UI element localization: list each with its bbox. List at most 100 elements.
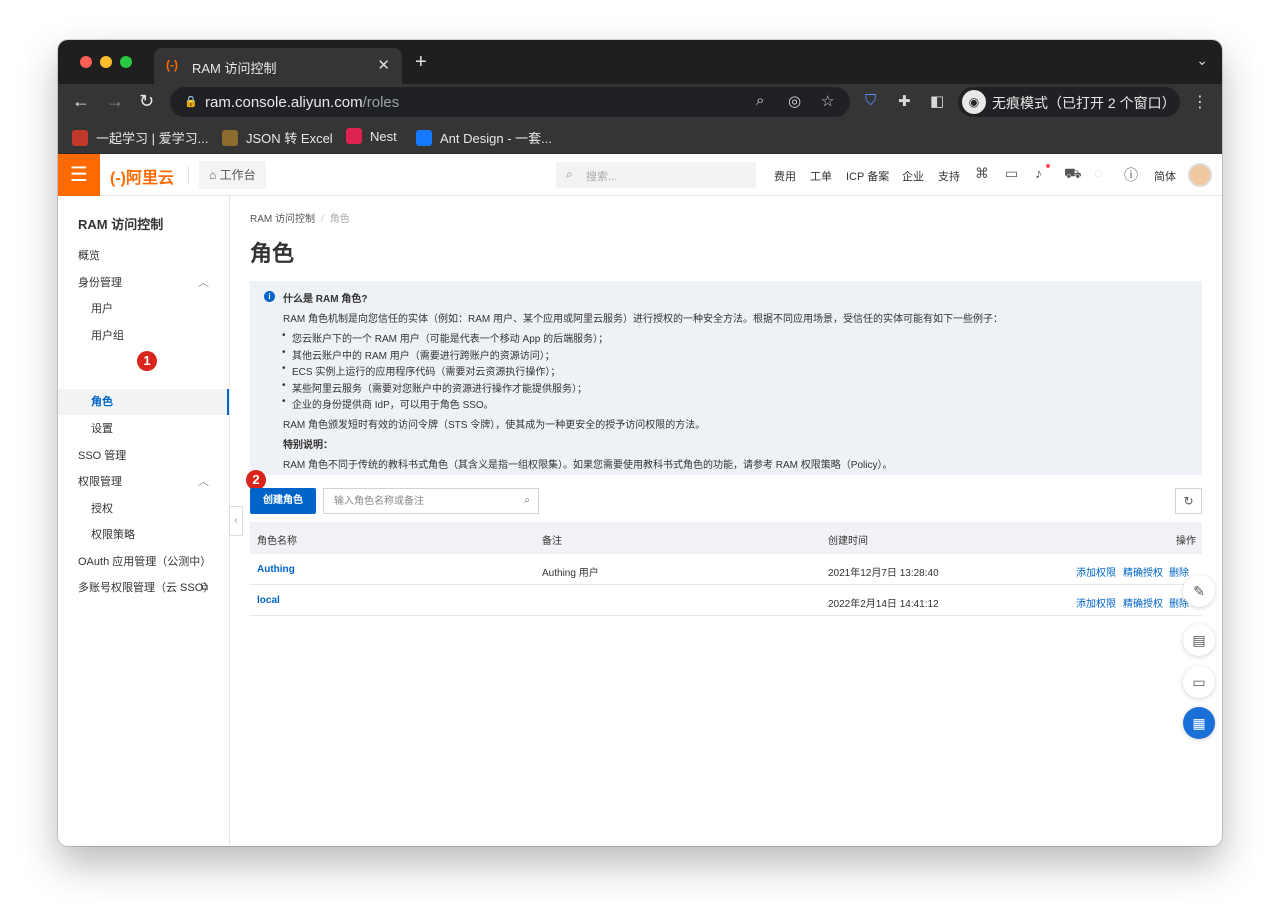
sidebar-item-overview[interactable]: 概览 bbox=[58, 243, 229, 269]
info-bullet: 企业的身份提供商 IdP，可以用于角色 SSO。 bbox=[282, 396, 494, 411]
sidebar-item-permissions[interactable]: 权限管理 ︿ bbox=[58, 469, 229, 495]
sidebar: RAM 访问控制 概览 身份管理 ︿ 用户 用户组 角色 设置 SSO 管理 权限… bbox=[58, 196, 230, 846]
aliyun-logo[interactable]: (-)阿里云 bbox=[110, 164, 174, 188]
tab-bar: (-) RAM 访问控制 ✕ + ⌄ bbox=[58, 40, 1222, 84]
reload-icon[interactable]: ↻ bbox=[139, 91, 154, 112]
browser-tab[interactable]: (-) RAM 访问控制 ✕ bbox=[154, 48, 402, 84]
info-bullet: 其他云账户中的 RAM 用户（需要进行跨账户的资源访问）； bbox=[282, 347, 555, 362]
search-placeholder: 搜索... bbox=[586, 171, 618, 183]
address-bar[interactable]: 🔒 ram.console.aliyun.com/roles ⌕ ◎ ☆ bbox=[170, 87, 850, 117]
browser-window: (-) RAM 访问控制 ✕ + ⌄ ← → ↻ 🔒 ram.console.a… bbox=[58, 40, 1222, 846]
sidebar-item-settings[interactable]: 设置 bbox=[58, 416, 229, 442]
ant-design-favicon-icon bbox=[416, 130, 432, 146]
feedback-chat-icon[interactable]: ▭ bbox=[1183, 666, 1215, 698]
sidebar-item-oauth[interactable]: OAuth 应用管理（公测中） bbox=[58, 549, 229, 575]
help-icon[interactable]: ⓘ bbox=[1124, 165, 1138, 185]
puzzle-extensions-icon[interactable]: ✚ bbox=[898, 92, 911, 110]
notification-dot bbox=[1046, 164, 1050, 168]
column-header: 角色名称 bbox=[257, 536, 297, 547]
workbench-button[interactable]: ⌂ 工作台 bbox=[199, 161, 266, 189]
precise-grant-link[interactable]: 精确授权 bbox=[1123, 595, 1163, 610]
header-link-ticket[interactable]: 工单 bbox=[810, 168, 832, 184]
code-icon[interactable]: ⌘ bbox=[975, 165, 989, 182]
bookmark-star-icon[interactable]: ☆ bbox=[821, 92, 834, 110]
create-role-button[interactable]: 创建角色 bbox=[250, 488, 316, 514]
apps-grid-icon[interactable]: ▦ bbox=[1183, 707, 1215, 739]
edit-pen-icon[interactable]: ✎ bbox=[1183, 575, 1215, 607]
info-icon: i bbox=[264, 291, 275, 302]
close-tab-icon[interactable]: ✕ bbox=[377, 56, 390, 74]
url-text: ram.console.aliyun.com/roles bbox=[205, 94, 400, 111]
breadcrumb-ram[interactable]: RAM 访问控制 bbox=[250, 214, 315, 225]
precise-grant-link[interactable]: 精确授权 bbox=[1123, 564, 1163, 579]
header-link-icp[interactable]: ICP 备案 bbox=[846, 168, 889, 184]
new-tab-icon[interactable]: + bbox=[415, 51, 427, 74]
incognito-indicator[interactable]: ◉ 无痕模式（已打开 2 个窗口） bbox=[958, 87, 1180, 117]
lightbulb-icon[interactable]: ◌ bbox=[1094, 165, 1102, 181]
console-header: ☰ (-)阿里云 ⌂ 工作台 ⌕ 搜索... 费用 工单 ICP 备案 企业 支… bbox=[58, 154, 1222, 196]
sidebar-item-cloud-sso[interactable]: 多账号权限管理（云 SSO） ⧉ bbox=[58, 575, 229, 601]
sidebar-title: RAM 访问控制 bbox=[78, 217, 164, 232]
clipboard-icon[interactable]: ▤ bbox=[1183, 624, 1215, 656]
add-permission-link[interactable]: 添加权限 bbox=[1076, 595, 1116, 610]
sidebar-item-policies[interactable]: 权限策略 bbox=[58, 522, 229, 548]
avatar[interactable] bbox=[1188, 163, 1212, 187]
role-name-link[interactable]: local bbox=[257, 595, 280, 606]
sidebar-item-sso[interactable]: SSO 管理 bbox=[58, 443, 229, 469]
bookmark-item[interactable]: JSON 转 Excel bbox=[222, 128, 333, 147]
forward-arrow-icon[interactable]: → bbox=[106, 91, 124, 112]
table-row: Authing Authing 用户 2021年12月7日 13:28:40 添… bbox=[250, 554, 1202, 585]
table-row: local 2022年2月14日 14:41:12 添加权限 精确授权 删除 bbox=[250, 585, 1202, 616]
refresh-icon: ↻ bbox=[1183, 494, 1194, 508]
sidebar-item-users[interactable]: 用户 bbox=[58, 296, 229, 322]
browser-menu-icon[interactable]: ⋮ bbox=[1192, 92, 1208, 112]
bookmark-favicon-icon bbox=[222, 130, 238, 146]
role-name-link[interactable]: Authing bbox=[257, 564, 295, 575]
zoom-icon[interactable]: ⌕ bbox=[756, 92, 764, 109]
eye-off-icon[interactable]: ◎ bbox=[788, 92, 801, 110]
minimize-window-button[interactable] bbox=[100, 56, 112, 68]
sidebar-item-identity[interactable]: 身份管理 ︿ bbox=[58, 270, 229, 296]
sidebar-item-grants[interactable]: 授权 bbox=[58, 496, 229, 522]
search-icon: ⌕ bbox=[566, 167, 573, 181]
sidebar-item-roles[interactable]: 角色 bbox=[58, 389, 229, 415]
tab-title: RAM 访问控制 bbox=[192, 61, 277, 76]
search-icon[interactable]: ⌕ bbox=[524, 495, 530, 506]
sidebar-item-groups[interactable]: 用户组 bbox=[58, 323, 229, 349]
header-link-billing[interactable]: 费用 bbox=[774, 168, 796, 184]
bookmark-item[interactable]: Nest bbox=[346, 128, 397, 144]
maximize-window-button[interactable] bbox=[120, 56, 132, 68]
chevron-up-icon: ︿ bbox=[198, 476, 209, 488]
role-note: Authing 用户 bbox=[542, 568, 599, 579]
browser-toolbar: ← → ↻ 🔒 ram.console.aliyun.com/roles ⌕ ◎… bbox=[58, 84, 1222, 120]
back-arrow-icon[interactable]: ← bbox=[72, 91, 90, 112]
delete-link[interactable]: 删除 bbox=[1169, 564, 1189, 579]
terminal-icon[interactable]: ▭ bbox=[1005, 165, 1018, 182]
bell-icon[interactable]: ♪ bbox=[1035, 165, 1042, 181]
info-bullet: ECS 实例上运行的应用程序代码（需要对云资源执行操作）； bbox=[282, 363, 560, 378]
info-box: i 什么是 RAM 角色? RAM 角色机制是向您信任的实体（例如：RAM 用户… bbox=[250, 281, 1202, 475]
step-badge: 1 bbox=[137, 351, 157, 371]
bookmark-item[interactable]: 一起学习 | 爱学习... bbox=[72, 128, 208, 147]
home-icon: ⌂ bbox=[209, 168, 220, 182]
bookmarks-bar: 一起学习 | 爱学习... JSON 转 Excel Nest Ant Desi… bbox=[58, 120, 1222, 154]
chevron-up-icon: ︿ bbox=[198, 277, 209, 289]
language-switch[interactable]: 简体 bbox=[1154, 168, 1176, 184]
side-panel-icon[interactable]: ◧ bbox=[930, 92, 944, 110]
shield-extension-icon[interactable]: ⛉ bbox=[865, 92, 876, 109]
add-permission-link[interactable]: 添加权限 bbox=[1076, 564, 1116, 579]
incognito-label: 无痕模式（已打开 2 个窗口） bbox=[992, 95, 1176, 111]
column-header: 创建时间 bbox=[828, 536, 868, 547]
external-link-icon: ⧉ bbox=[201, 582, 209, 593]
info-title: 什么是 RAM 角色? bbox=[283, 294, 368, 305]
cart-icon[interactable]: ⛟ bbox=[1064, 165, 1082, 184]
tab-search-chevron-icon[interactable]: ⌄ bbox=[1196, 52, 1208, 69]
bookmark-item[interactable]: Ant Design - 一套... bbox=[416, 128, 552, 147]
header-link-enterprise[interactable]: 企业 bbox=[902, 168, 924, 184]
global-search-input[interactable]: ⌕ 搜索... bbox=[556, 162, 756, 188]
menu-hamburger-icon[interactable]: ☰ bbox=[58, 154, 100, 196]
close-window-button[interactable] bbox=[80, 56, 92, 68]
header-link-support[interactable]: 支持 bbox=[938, 168, 960, 184]
role-search-input[interactable] bbox=[324, 489, 514, 513]
refresh-button[interactable]: ↻ bbox=[1175, 488, 1202, 514]
